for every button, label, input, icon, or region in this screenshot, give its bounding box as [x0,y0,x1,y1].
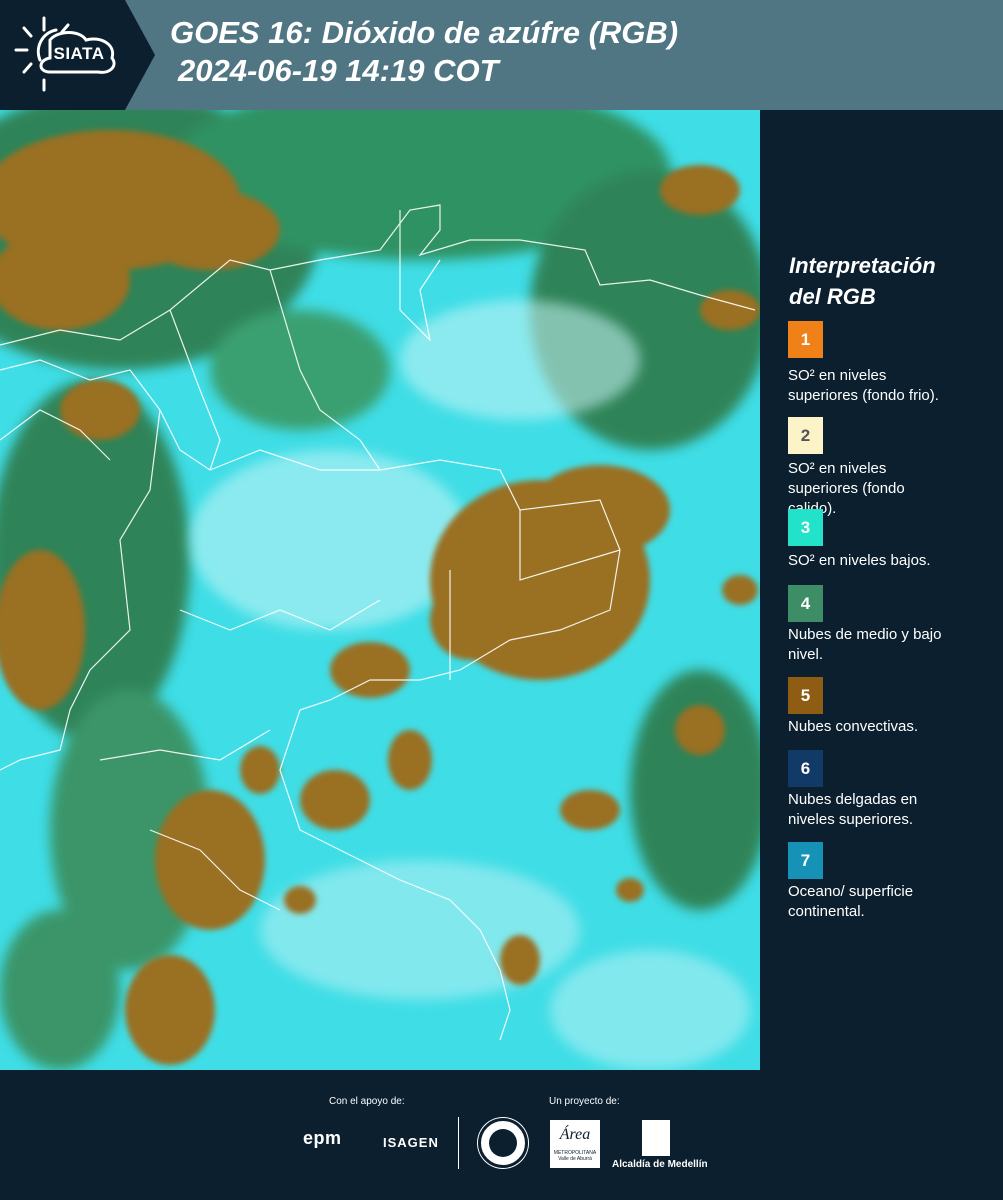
footer: Con el apoyo de: Un proyecto de: epm ISA… [0,1070,1003,1200]
medellin-seal-icon [478,1118,528,1168]
legend-text-line: superiores (fondo frio). [788,387,939,404]
legend-text-5: Nubes convectivas. [788,717,988,737]
area-logo-subtitle: METROPOLITANA Valle de Aburrá [553,1150,597,1162]
legend-text-line: SO² en niveles [788,460,887,477]
legend-title-line1: Interpretación [789,253,936,278]
epm-logo: epm [303,1128,342,1148]
legend-text-line: nivel. [788,646,824,663]
legend-text-line: niveles superiores. [788,811,914,828]
legend-text-6: Nubes delgadas en niveles superiores. [788,790,988,830]
legend-swatch-1: 1 [788,321,823,358]
legend-text-line: SO² en niveles bajos. [788,552,931,569]
legend-text-line: Oceano/ superficie [788,883,914,900]
legend-swatch-3: 3 [788,509,823,546]
legend-text-line: superiores (fondo [788,480,905,497]
legend-swatch-5: 5 [788,677,823,714]
legend-text-1: SO² en niveles superiores (fondo frio). [788,366,988,406]
legend-text-line: Nubes de medio y bajo [788,626,942,643]
legend-swatch-4: 4 [788,585,823,622]
legend-text-line: Nubes convectivas. [788,718,919,735]
legend-text-line: Nubes delgadas en [788,791,918,808]
support-label: Con el apoyo de: [329,1096,405,1107]
legend-text-7: Oceano/ superficie continental. [788,882,988,922]
area-metropolitana-logo: Área METROPOLITANA Valle de Aburrá [550,1120,600,1168]
isagen-logo: ISAGEN [383,1135,439,1150]
legend-text-4: Nubes de medio y bajo nivel. [788,625,988,665]
legend-title-line2: del RGB [789,284,876,309]
legend-swatch-7: 7 [788,842,823,879]
footer-divider [458,1117,459,1169]
siata-logo: SIATA [0,0,155,110]
legend-swatch-2: 2 [788,417,823,454]
satellite-image [0,110,760,1070]
legend-text-line: continental. [788,903,865,920]
legend-text-3: SO² en niveles bajos. [788,551,988,571]
alcaldia-logo-text: Alcaldía de Medellín [612,1159,708,1170]
satellite-map [0,110,760,1070]
header-bar: SIATA GOES 16: Dióxido de azúfre (RGB) 2… [0,0,1003,110]
project-label: Un proyecto de: [549,1096,620,1107]
area-logo-word: Área [559,1126,591,1143]
logo-text: SIATA [53,44,105,63]
legend-text-line: SO² en niveles [788,367,887,384]
alcaldia-shield-icon [642,1120,670,1156]
page-title: GOES 16: Dióxido de azúfre (RGB) [170,15,679,50]
legend-title: Interpretación del RGB [789,250,989,312]
page-timestamp: 2024-06-19 14:19 COT [178,53,499,88]
legend-swatch-6: 6 [788,750,823,787]
legend-panel: Interpretación del RGB 1 SO² en niveles su… [760,110,1003,1070]
